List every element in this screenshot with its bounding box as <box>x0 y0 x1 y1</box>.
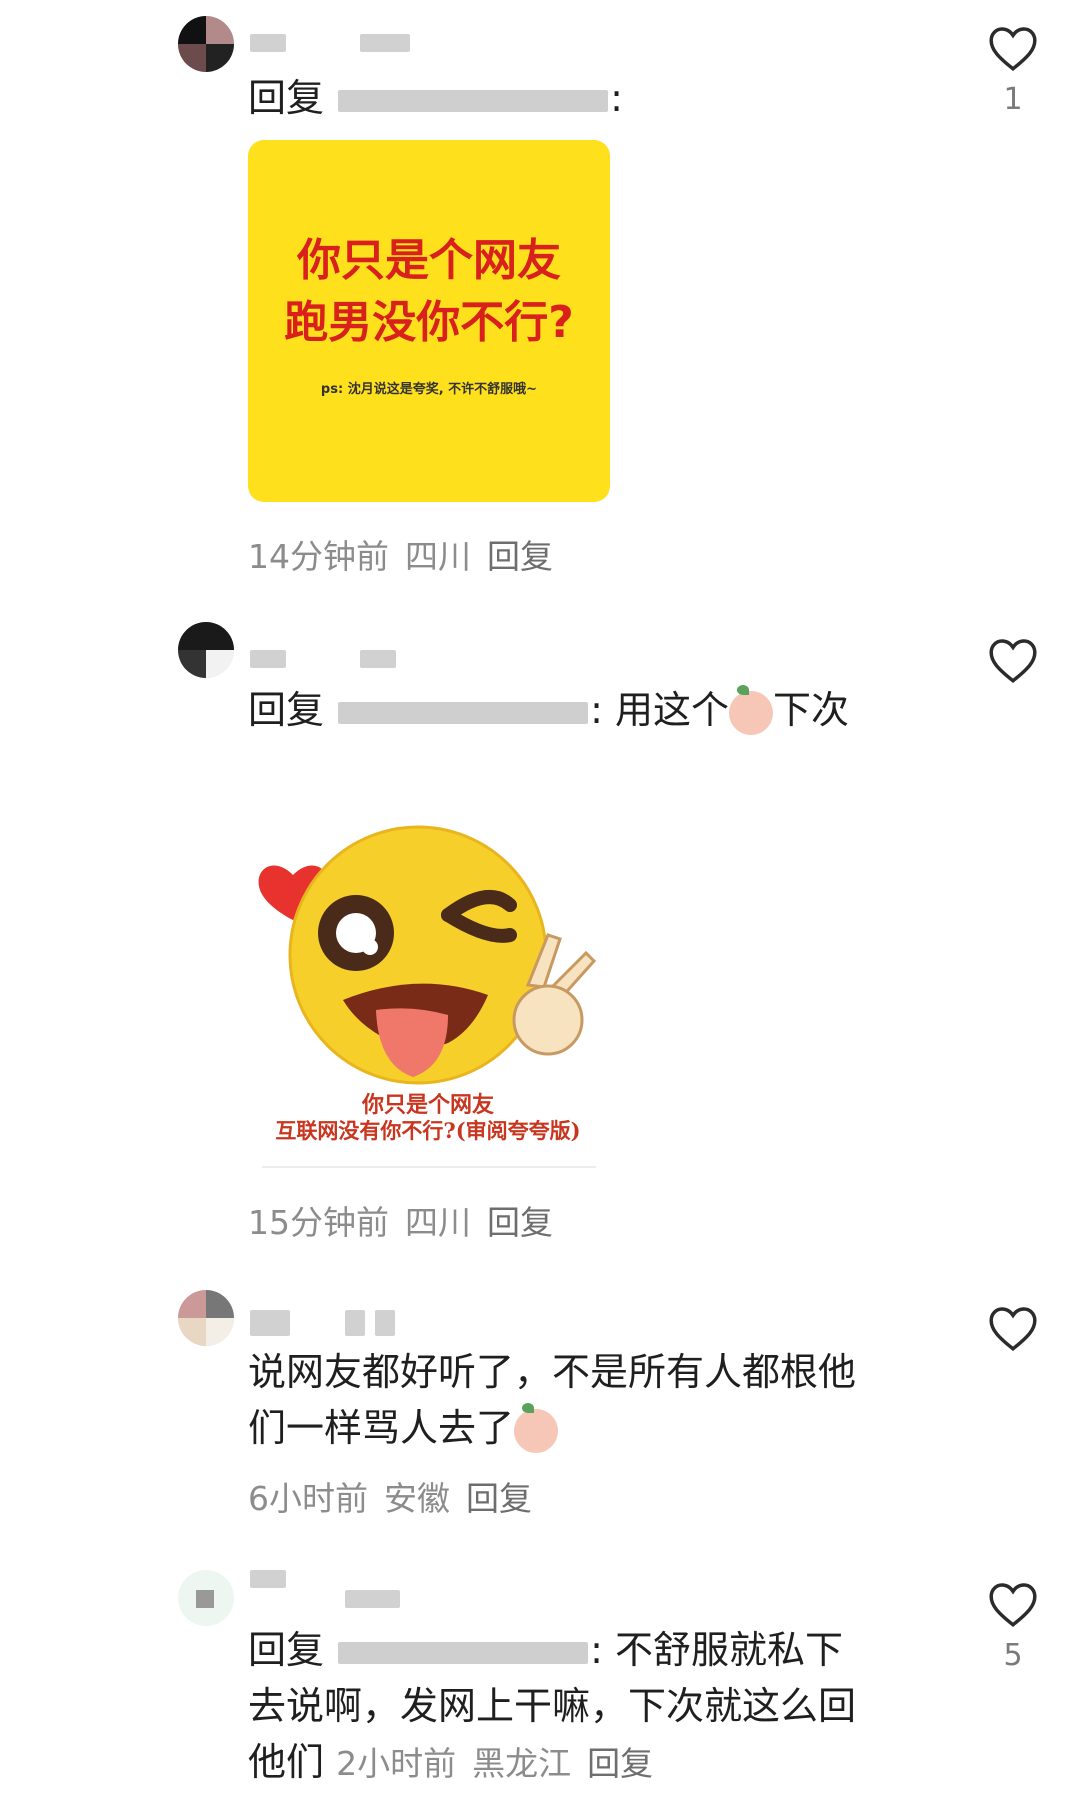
timestamp: 14分钟前 <box>248 537 389 576</box>
peach-emoji-icon <box>514 1402 559 1453</box>
sticker-caption-2: 互联网没有你不行?(审阅夸夸版) <box>275 1118 581 1143</box>
comment-meta: 6小时前 安徽 回复 <box>248 1472 532 1520</box>
avatar[interactable] <box>178 1290 234 1346</box>
region: 四川 <box>405 537 471 576</box>
comment-meta: 15分钟前 四川 回复 <box>248 1196 553 1244</box>
timestamp: 6小时前 <box>248 1479 368 1518</box>
comment-body-line1: 不舒服就私下 <box>615 1628 844 1672</box>
reply-button[interactable]: 回复 <box>487 1203 553 1242</box>
username-blurred[interactable] <box>250 1310 470 1336</box>
comment-meta: 14分钟前 四川 回复 <box>248 530 553 578</box>
reply-prefix: 回复 <box>248 76 325 120</box>
mentioned-user-blurred[interactable] <box>338 701 589 724</box>
comment-body-line2: 去说啊，发网上干嘛，下次就这么回 <box>248 1684 857 1728</box>
comment-body-cont: 下次 <box>773 688 850 732</box>
timestamp: 15分钟前 <box>248 1203 389 1242</box>
username-blurred[interactable] <box>250 650 450 674</box>
image-text-line1: 你只是个网友 <box>297 235 561 286</box>
reply-button[interactable]: 回复 <box>487 537 553 576</box>
username-blurred[interactable] <box>250 1570 470 1608</box>
comment-text: 说网友都好听了，不是所有人都根他 们一样骂人去了 <box>248 1344 928 1456</box>
reply-prefix: 回复 <box>248 1628 325 1672</box>
avatar[interactable] <box>178 1570 234 1626</box>
like-button[interactable] <box>985 636 1041 694</box>
reply-colon: : <box>610 76 623 120</box>
like-count: 5 <box>1003 1638 1023 1673</box>
like-count: 1 <box>1003 82 1023 117</box>
comment-image[interactable]: 你只是个网友 跑男没你不行? ps: 沈月说这是夸奖, 不许不舒服哦~ <box>248 140 610 502</box>
region: 黑龙江 <box>472 1744 572 1783</box>
comment-body-line1: 说网友都好听了，不是所有人都根他 <box>248 1350 857 1394</box>
image-text-line2: 跑男没你不行? <box>284 297 574 348</box>
heart-outline-icon <box>989 1583 1037 1627</box>
like-button[interactable]: 5 <box>985 1580 1041 1673</box>
comment-text: 回复 : 不舒服就私下 去说啊，发网上干嘛，下次就这么回 他们 2小时前 黑龙江回… <box>248 1622 928 1792</box>
reply-colon: : <box>590 1628 603 1672</box>
comment-body: 用这个 <box>615 688 730 732</box>
like-button[interactable] <box>985 1304 1041 1362</box>
reply-prefix: 回复 <box>248 688 325 732</box>
timestamp: 2小时前 <box>336 1744 457 1783</box>
region: 安徽 <box>384 1479 450 1518</box>
heart-outline-icon <box>989 639 1037 683</box>
avatar[interactable] <box>178 16 234 72</box>
avatar[interactable] <box>178 622 234 678</box>
divider <box>262 1166 596 1168</box>
heart-outline-icon <box>989 27 1037 71</box>
mentioned-user-blurred[interactable] <box>338 89 609 112</box>
reply-button[interactable]: 回复 <box>587 1744 653 1783</box>
peach-emoji-icon <box>729 684 774 735</box>
like-button[interactable]: 1 <box>985 24 1041 117</box>
username-blurred[interactable] <box>250 34 450 58</box>
heart-outline-icon <box>989 1307 1037 1351</box>
reply-colon: : <box>590 688 603 732</box>
image-ps-text: ps: 沈月说这是夸奖, 不许不舒服哦~ <box>320 382 538 397</box>
reply-button[interactable]: 回复 <box>466 1479 532 1518</box>
comment-text: 回复 : 用这个 下次 <box>248 682 928 738</box>
comment-body-line2: 们一样骂人去了 <box>248 1406 515 1450</box>
comment-meta: 2小时前 黑龙江 回复 <box>336 1744 653 1783</box>
comment-sticker[interactable]: 你只是个网友 互联网没有你不行?(审阅夸夸版) <box>248 815 608 1160</box>
region: 四川 <box>405 1203 471 1242</box>
mentioned-user-blurred[interactable] <box>338 1641 589 1664</box>
winking-face-sticker <box>258 825 597 1085</box>
comment-body-line3: 他们 <box>248 1740 325 1784</box>
comment-text: 回复 : <box>248 70 928 126</box>
